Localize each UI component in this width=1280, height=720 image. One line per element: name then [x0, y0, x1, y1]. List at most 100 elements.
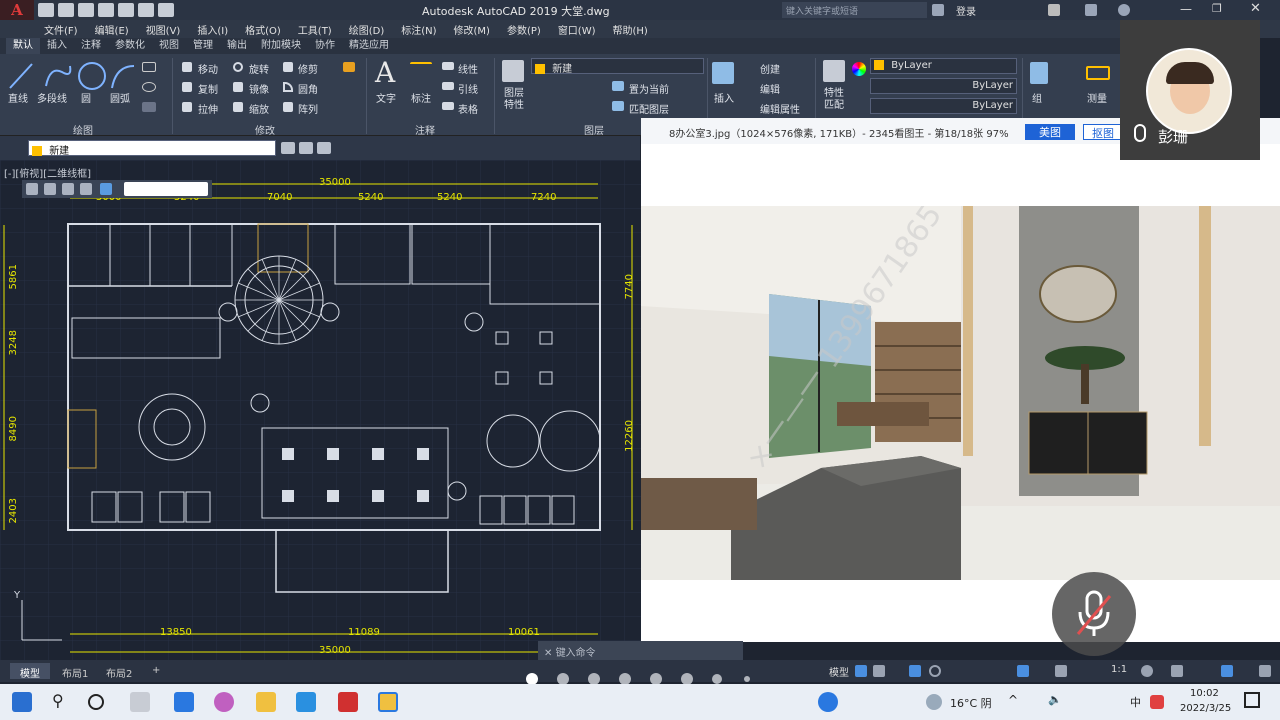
menu-parametric[interactable]: 参数(P)	[507, 22, 541, 37]
erase-icon[interactable]	[343, 62, 355, 72]
circle-button[interactable]: 圆	[81, 90, 91, 105]
beautify-button[interactable]: 美图	[1025, 124, 1075, 140]
tab-layout2[interactable]: 布局2	[96, 663, 142, 680]
autocad-logo-icon[interactable]: A	[0, 0, 34, 20]
ortho-toggle-icon[interactable]	[909, 665, 921, 677]
selection-cycling-icon[interactable]	[1017, 665, 1029, 677]
tab-annotate[interactable]: 注释	[74, 38, 108, 54]
hatch-icon[interactable]	[142, 102, 156, 112]
app-browser-icon[interactable]	[174, 692, 194, 712]
app-media-icon[interactable]	[214, 692, 234, 712]
linear-dim-button[interactable]: 线性	[458, 61, 478, 76]
ime-indicator[interactable]: 中	[1130, 694, 1141, 710]
menu-insert[interactable]: 插入(I)	[197, 22, 228, 37]
match-properties-button[interactable]: 特性 匹配	[824, 88, 844, 112]
status-scale[interactable]: 1:1	[1111, 664, 1127, 675]
set-current-button[interactable]: 置为当前	[629, 81, 669, 96]
dimension-button[interactable]: 标注	[411, 90, 431, 105]
mirror-button[interactable]: 镜像	[249, 81, 269, 96]
close-icon[interactable]: ✕	[1250, 1, 1261, 16]
menu-draw[interactable]: 绘图(D)	[349, 22, 385, 37]
tab-model[interactable]: 模型	[10, 663, 50, 680]
modify-panel-title[interactable]: 修改	[255, 122, 275, 137]
annotation-panel-title[interactable]: 注释	[415, 122, 435, 137]
stretch-button[interactable]: 拉伸	[198, 101, 218, 116]
toolbar-icon-2[interactable]	[44, 183, 56, 195]
volume-icon[interactable]: 🔈	[1048, 693, 1062, 706]
menu-edit[interactable]: 编辑(E)	[95, 22, 129, 37]
tab-view[interactable]: 视图	[152, 38, 186, 54]
tab-default[interactable]: 默认	[6, 38, 40, 54]
layer-toolbar-dropdown[interactable]: 新建	[28, 140, 276, 157]
ellipse-icon[interactable]	[142, 82, 156, 92]
toolbar-icon-5[interactable]	[100, 183, 112, 195]
move-button[interactable]: 移动	[198, 61, 218, 76]
save-icon[interactable]	[78, 3, 94, 17]
rectangle-icon[interactable]	[142, 62, 156, 72]
page-dot-8[interactable]	[744, 676, 750, 682]
tray-app-icon[interactable]	[1150, 695, 1164, 709]
edit-block-button[interactable]: 编辑	[760, 81, 780, 96]
viewport-label[interactable]: [-][俯视][二维线框]	[4, 165, 91, 180]
toolbar-dropdown[interactable]	[124, 182, 208, 196]
trim-button[interactable]: 修剪	[298, 61, 318, 76]
floor-plan-drawing[interactable]	[0, 160, 641, 660]
menu-file[interactable]: 文件(F)	[44, 22, 78, 37]
tab-manage[interactable]: 管理	[186, 38, 220, 54]
create-block-button[interactable]: 创建	[760, 61, 780, 76]
exchange-icon[interactable]	[1048, 4, 1060, 16]
menu-help[interactable]: 帮助(H)	[613, 22, 648, 37]
login-button[interactable]: 登录	[956, 3, 976, 18]
array-button[interactable]: 阵列	[298, 101, 318, 116]
customize-icon[interactable]	[1259, 665, 1271, 677]
menu-tools[interactable]: 工具(T)	[298, 22, 332, 37]
tab-insert[interactable]: 插入	[40, 38, 74, 54]
drawing-canvas[interactable]: 35000 5000 5240 7040 5240 5240 7240 5861…	[0, 160, 641, 660]
layer-freeze-icon[interactable]	[317, 142, 331, 154]
app-photos-icon[interactable]	[296, 692, 316, 712]
page-dot-7[interactable]	[712, 674, 722, 684]
status-model[interactable]: 模型	[829, 664, 849, 679]
menu-view[interactable]: 视图(V)	[146, 22, 181, 37]
fillet-button[interactable]: 圆角	[298, 81, 318, 96]
measure-button[interactable]: 测量	[1087, 90, 1107, 105]
command-input[interactable]: 键入命令	[556, 648, 596, 659]
tab-addins[interactable]: 附加模块	[254, 38, 308, 54]
toolbar-icon-4[interactable]	[80, 183, 92, 195]
undo-icon[interactable]	[138, 3, 154, 17]
grid-toggle-icon[interactable]	[855, 665, 867, 677]
search-icon[interactable]: ⚲	[52, 691, 64, 710]
clock-date[interactable]: 2022/3/25	[1180, 703, 1231, 714]
task-view-icon[interactable]	[130, 692, 150, 712]
office-render-photo[interactable]: ×一—一 1399671865 3	[641, 206, 1280, 580]
layer-properties-button[interactable]: 图层 特性	[504, 88, 524, 112]
save-as-icon[interactable]	[98, 3, 114, 17]
weather-text[interactable]: 16°C 阴	[950, 695, 992, 711]
layer-isolate-icon[interactable]	[299, 142, 313, 154]
toolbar-icon-1[interactable]	[26, 183, 38, 195]
command-line[interactable]: ✕ 键入命令	[538, 641, 743, 660]
file-explorer-icon[interactable]	[256, 692, 276, 712]
menu-format[interactable]: 格式(O)	[245, 22, 281, 37]
cutout-button[interactable]: 抠图	[1083, 124, 1123, 140]
tab-parametric[interactable]: 参数化	[108, 38, 152, 54]
polyline-button[interactable]: 多段线	[37, 90, 67, 105]
layer-dropdown[interactable]: 新建	[531, 58, 704, 75]
color-dropdown[interactable]: ByLayer	[870, 58, 1017, 74]
match-layer-button[interactable]: 匹配图层	[629, 101, 669, 116]
layers-panel-title[interactable]: 图层	[584, 122, 604, 137]
tray-chevron-icon[interactable]: ^	[1008, 693, 1018, 707]
linetype-dropdown[interactable]: ByLayer	[870, 78, 1017, 94]
insert-block-button[interactable]: 插入	[714, 90, 734, 105]
rotate-button[interactable]: 旋转	[249, 61, 269, 76]
cart-icon[interactable]	[1085, 4, 1097, 16]
open-file-icon[interactable]	[58, 3, 74, 17]
toolbar-icon-3[interactable]	[62, 183, 74, 195]
menu-dimension[interactable]: 标注(N)	[401, 22, 436, 37]
leader-button[interactable]: 引线	[458, 81, 478, 96]
polar-toggle-icon[interactable]	[929, 665, 941, 677]
search-input[interactable]: 键入关键字或短语	[782, 2, 927, 18]
edit-attributes-button[interactable]: 编辑属性	[760, 101, 800, 116]
isolate-objects-icon[interactable]	[1221, 665, 1233, 677]
redo-icon[interactable]	[158, 3, 174, 17]
